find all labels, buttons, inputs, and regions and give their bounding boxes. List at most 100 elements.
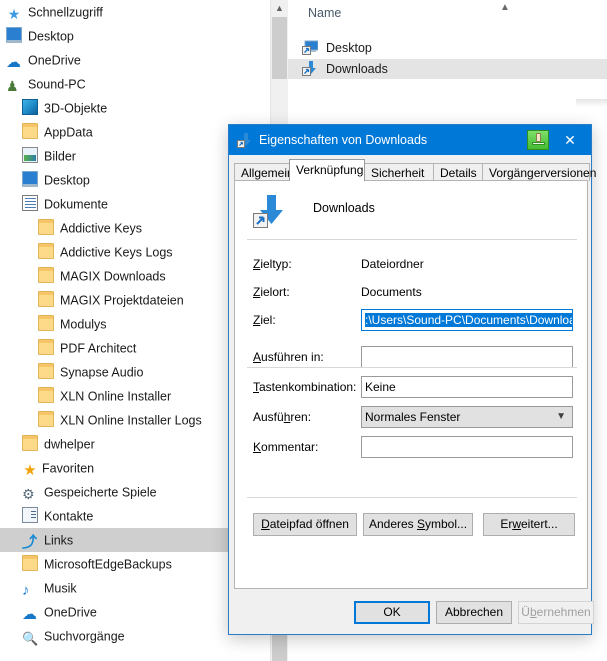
nav-item-musik[interactable]: Musik — [0, 576, 77, 600]
folder-icon — [38, 339, 54, 355]
button-übernehmen: Übernehmen — [518, 601, 594, 624]
nav-item-label: MAGIX Downloads — [60, 269, 166, 284]
nav-item-label: Gespeicherte Spiele — [44, 485, 157, 500]
nav-item-label: MicrosoftEdgeBackups — [44, 557, 172, 572]
field-input-4[interactable]: Keine — [361, 376, 573, 398]
run-mode-select[interactable]: Normales Fenster ▼ — [361, 406, 573, 428]
file-list-item-name: Downloads — [326, 62, 388, 76]
file-list-item[interactable]: Desktop — [288, 38, 607, 58]
nav-item-gespeicherte-spiele[interactable]: Gespeicherte Spiele — [0, 480, 157, 504]
music-icon — [22, 583, 38, 599]
nav-item-xln-online-installer-logs[interactable]: XLN Online Installer Logs — [0, 408, 202, 432]
user-icon — [6, 78, 22, 94]
chevron-down-icon[interactable]: ▼ — [556, 407, 566, 427]
documents-icon — [22, 195, 38, 211]
tab-allgemein[interactable]: Allgemein — [234, 163, 294, 181]
tab-vorg-ngerversionen[interactable]: Vorgängerversionen — [482, 163, 596, 181]
nav-item-label: Favoriten — [42, 461, 95, 476]
nav-item-dwhelper[interactable]: dwhelper — [0, 432, 95, 456]
nav-item-xln-online-installer[interactable]: XLN Online Installer — [0, 384, 171, 408]
nav-item-onedrive[interactable]: OneDrive — [0, 48, 81, 72]
nav-item-dokumente[interactable]: Dokumente — [0, 192, 108, 216]
nav-item-label: Sound-PC — [28, 77, 86, 92]
nav-item-label: Links — [44, 533, 74, 548]
field-label-3: Ausführen in: — [253, 350, 324, 364]
folder-icon — [38, 219, 54, 235]
scrollbar-thumb[interactable] — [272, 17, 287, 79]
field-input-3[interactable] — [361, 346, 573, 368]
nav-item-label: OneDrive — [28, 53, 81, 68]
field-input-6[interactable] — [361, 436, 573, 458]
tab-panel-verknuepfung: Downloads Zieltyp: Dateiordner Zielort: Doc… — [234, 180, 588, 589]
saved-games-icon — [22, 486, 38, 502]
field-input-text: :\Users\Sound-PC\Documents\Downloads — [365, 313, 572, 327]
folder-icon — [22, 555, 38, 571]
folder-icon — [38, 315, 54, 331]
nav-item-label: XLN Online Installer — [60, 389, 172, 404]
nav-item-onedrive[interactable]: OneDrive — [0, 600, 97, 624]
nav-item-bilder[interactable]: Bilder — [0, 144, 76, 168]
button-ok[interactable]: OK — [354, 601, 430, 624]
divider-1 — [247, 239, 577, 240]
nav-item-appdata[interactable]: AppData — [0, 120, 93, 144]
tab-sicherheit[interactable]: Sicherheit — [364, 163, 434, 181]
nav-item-label: Dokumente — [44, 197, 108, 212]
nav-item-modulys[interactable]: Modulys — [0, 312, 107, 336]
downloads-shortcut-icon — [253, 193, 289, 229]
downloads-shortcut-icon — [302, 60, 318, 76]
field-value-0: Dateiordner — [361, 257, 424, 271]
dialog-titlebar[interactable]: Eigenschaften von Downloads ✕ — [229, 125, 591, 155]
file-list-item-name: Desktop — [326, 41, 372, 55]
nav-item-desktop[interactable]: Desktop — [0, 168, 90, 192]
pane-shadow — [576, 99, 607, 107]
nav-item-kontakte[interactable]: Kontakte — [0, 504, 93, 528]
nav-item-magix-projektdateien[interactable]: MAGIX Projektdateien — [0, 288, 184, 312]
sort-ascending-icon: ▲ — [500, 2, 510, 13]
nav-item-synapse-audio[interactable]: Synapse Audio — [0, 360, 143, 384]
field-label-2: Ziel: — [253, 313, 276, 327]
green-stamp-icon[interactable] — [527, 130, 549, 150]
nav-item-addictive-keys[interactable]: Addictive Keys — [0, 216, 142, 240]
nav-item-label: Addictive Keys — [60, 221, 142, 236]
nav-item-label: AppData — [44, 125, 93, 140]
column-header-name[interactable]: Name — [308, 6, 341, 20]
folder-icon — [38, 387, 54, 403]
tab-details[interactable]: Details — [433, 163, 483, 181]
field-label-1: Zielort: — [253, 285, 290, 299]
3d-objects-icon — [22, 99, 38, 115]
folder-icon — [38, 267, 54, 283]
nav-item-schnellzugriff[interactable]: Schnellzugriff — [0, 0, 103, 24]
nav-item-suchvorg-nge[interactable]: Suchvorgänge — [0, 624, 125, 648]
nav-item-pdf-architect[interactable]: PDF Architect — [0, 336, 136, 360]
tab-verkn-pfung[interactable]: Verknüpfung — [289, 159, 365, 181]
field-label-4: Tastenkombination: — [253, 380, 357, 394]
column-header-row[interactable]: Name ▲ — [288, 0, 607, 26]
button-anderes-symbol-[interactable]: Anderes Symbol... — [363, 513, 473, 536]
nav-item-3d-objekte[interactable]: 3D-Objekte — [0, 96, 107, 120]
nav-item-label: Desktop — [28, 29, 74, 44]
file-list-item[interactable]: Downloads — [288, 59, 607, 79]
nav-item-label: dwhelper — [44, 437, 95, 452]
nav-item-label: Schnellzugriff — [28, 5, 103, 20]
nav-item-label: OneDrive — [44, 605, 97, 620]
desktop-shortcut-icon — [302, 39, 319, 55]
nav-item-favoriten[interactable]: Favoriten — [0, 456, 94, 480]
scroll-up-icon[interactable]: ▲ — [271, 0, 288, 17]
onedrive-cloud-icon — [6, 55, 22, 71]
field-input-2[interactable]: :\Users\Sound-PC\Documents\Downloads — [361, 309, 573, 331]
nav-item-desktop[interactable]: Desktop — [0, 24, 74, 48]
nav-item-addictive-keys-logs[interactable]: Addictive Keys Logs — [0, 240, 173, 264]
nav-item-microsoftedgebackups[interactable]: MicrosoftEdgeBackups — [0, 552, 172, 576]
nav-item-sound-pc[interactable]: Sound-PC — [0, 72, 86, 96]
folder-icon — [38, 363, 54, 379]
dialog-tabs[interactable]: Allgemein Verknüpfung Sicherheit Details Vor… — [234, 159, 596, 181]
close-icon[interactable]: ✕ — [549, 125, 591, 155]
dialog-title: Eigenschaften von Downloads — [259, 133, 428, 147]
button-erweitert-[interactable]: Erweitert... — [483, 513, 575, 536]
nav-item-label: Kontakte — [44, 509, 94, 524]
star-icon — [22, 463, 38, 479]
button-abbrechen[interactable]: Abbrechen — [436, 601, 512, 624]
nav-item-magix-downloads[interactable]: MAGIX Downloads — [0, 264, 166, 288]
button-dateipfad-ffnen[interactable]: Dateipfad öffnen — [253, 513, 357, 536]
folder-icon — [38, 411, 54, 427]
